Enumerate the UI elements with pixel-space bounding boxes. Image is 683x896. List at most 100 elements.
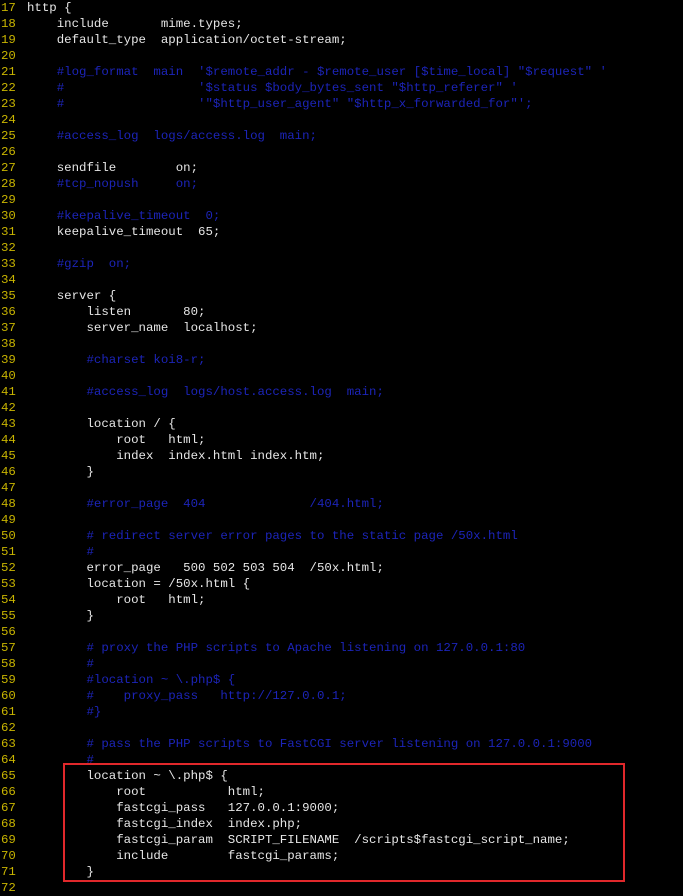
code-comment: #tcp_nopush on; (27, 177, 199, 191)
code-comment: #charset koi8-r; (27, 353, 206, 367)
line-number: 55 (1, 609, 16, 623)
line-number: 64 (1, 753, 16, 767)
code-comment: # pass the PHP scripts to FastCGI server… (27, 737, 593, 751)
line-number: 65 (1, 769, 16, 783)
code-line: 22 # '$status $body_bytes_sent "$http_re… (0, 80, 683, 96)
code-line: 49 (0, 512, 683, 528)
line-number: 24 (1, 113, 16, 127)
line-number: 19 (1, 33, 16, 47)
code-line: 43 location / { (0, 416, 683, 432)
line-number: 51 (1, 545, 16, 559)
terminal-editor[interactable]: 17 http {18 include mime.types; 19 default… (0, 0, 683, 896)
line-number: 59 (1, 673, 16, 687)
code-line: 48 #error_page 404 /404.html; (0, 496, 683, 512)
code-line: 64 # (0, 752, 683, 768)
line-number: 39 (1, 353, 16, 367)
code-text: keepalive_timeout 65; (27, 225, 221, 239)
code-line: 37 server_name localhost; (0, 320, 683, 336)
line-number: 72 (1, 881, 16, 895)
code-line: 32 (0, 240, 683, 256)
line-number: 18 (1, 17, 16, 31)
line-number: 34 (1, 273, 16, 287)
code-line: 23 # '"$http_user_agent" "$http_x_forwar… (0, 96, 683, 112)
code-comment: # '"$http_user_agent" "$http_x_forwarded… (27, 97, 533, 111)
code-comment: #gzip on; (27, 257, 132, 271)
line-number: 22 (1, 81, 16, 95)
code-line: 46 } (0, 464, 683, 480)
code-line: 59 #location ~ \.php$ { (0, 672, 683, 688)
line-number: 25 (1, 129, 16, 143)
line-number: 50 (1, 529, 16, 543)
code-line: 17 http { (0, 0, 683, 16)
code-line: 70 include fastcgi_params; (0, 848, 683, 864)
code-line: 47 (0, 480, 683, 496)
code-comment: #location ~ \.php$ { (27, 673, 236, 687)
line-number: 48 (1, 497, 16, 511)
code-line: 33 #gzip on; (0, 256, 683, 272)
code-line: 27 sendfile on; (0, 160, 683, 176)
code-comment: #} (27, 705, 102, 719)
code-text: include fastcgi_params; (27, 849, 340, 863)
line-number: 20 (1, 49, 16, 63)
code-line: 18 include mime.types; (0, 16, 683, 32)
line-number: 56 (1, 625, 16, 639)
code-text: index index.html index.htm; (27, 449, 325, 463)
line-number: 53 (1, 577, 16, 591)
code-line: 61 #} (0, 704, 683, 720)
line-number: 69 (1, 833, 16, 847)
code-line: 29 (0, 192, 683, 208)
line-number: 61 (1, 705, 16, 719)
line-number: 67 (1, 801, 16, 815)
code-comment: #access_log logs/host.access.log main; (27, 385, 384, 399)
code-line: 69 fastcgi_param SCRIPT_FILENAME /script… (0, 832, 683, 848)
line-number: 35 (1, 289, 16, 303)
code-line: 55 } (0, 608, 683, 624)
code-text: fastcgi_pass 127.0.0.1:9000; (27, 801, 340, 815)
code-line: 20 (0, 48, 683, 64)
code-line: 31 keepalive_timeout 65; (0, 224, 683, 240)
line-number: 42 (1, 401, 16, 415)
code-line: 51 # (0, 544, 683, 560)
line-number: 60 (1, 689, 16, 703)
code-line: 25 #access_log logs/access.log main; (0, 128, 683, 144)
line-number: 30 (1, 209, 16, 223)
code-line: 58 # (0, 656, 683, 672)
line-number: 52 (1, 561, 16, 575)
line-number: 26 (1, 145, 16, 159)
code-line: 30 #keepalive_timeout 0; (0, 208, 683, 224)
line-number: 23 (1, 97, 16, 111)
line-number: 27 (1, 161, 16, 175)
line-number: 43 (1, 417, 16, 431)
code-text: default_type application/octet-stream; (27, 33, 347, 47)
code-text: fastcgi_index index.php; (27, 817, 303, 831)
line-number: 66 (1, 785, 16, 799)
line-number: 37 (1, 321, 16, 335)
code-comment: # (27, 657, 94, 671)
code-text: fastcgi_param SCRIPT_FILENAME /scripts$f… (27, 833, 570, 847)
code-line: 54 root html; (0, 592, 683, 608)
code-line: 19 default_type application/octet-stream… (0, 32, 683, 48)
line-number: 28 (1, 177, 16, 191)
code-line: 28 #tcp_nopush on; (0, 176, 683, 192)
line-number: 62 (1, 721, 16, 735)
line-number: 31 (1, 225, 16, 239)
code-comment: # '$status $body_bytes_sent "$http_refer… (27, 81, 518, 95)
code-line: 42 (0, 400, 683, 416)
code-view[interactable]: 17 http {18 include mime.types; 19 default… (0, 0, 683, 896)
code-line: 57 # proxy the PHP scripts to Apache lis… (0, 640, 683, 656)
code-line: 72 (0, 880, 683, 896)
code-line: 36 listen 80; (0, 304, 683, 320)
code-comment: # (27, 545, 94, 559)
code-text: } (27, 465, 94, 479)
line-number: 32 (1, 241, 16, 255)
code-line: 50 # redirect server error pages to the … (0, 528, 683, 544)
code-text: location / { (27, 417, 176, 431)
code-comment: #keepalive_timeout 0; (27, 209, 221, 223)
code-text: root html; (27, 785, 265, 799)
code-comment: # proxy_pass http://127.0.0.1; (27, 689, 347, 703)
line-number: 46 (1, 465, 16, 479)
line-number: 70 (1, 849, 16, 863)
code-text: root html; (27, 593, 206, 607)
code-line: 65 location ~ \.php$ { (0, 768, 683, 784)
line-number: 21 (1, 65, 16, 79)
